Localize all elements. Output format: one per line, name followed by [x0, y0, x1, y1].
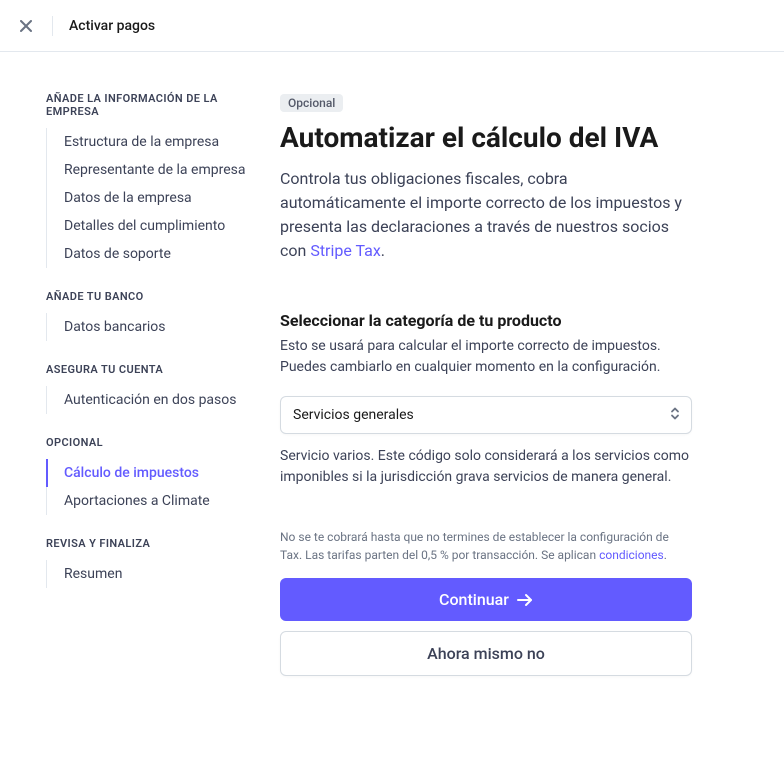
sidebar-item-climate[interactable]: Aportaciones a Climate [46, 487, 260, 515]
skip-button[interactable]: Ahora mismo no [280, 631, 692, 676]
arrow-right-icon [517, 593, 533, 607]
sidebar-item-datos-bancarios[interactable]: Datos bancarios [46, 313, 260, 341]
category-select[interactable]: Servicios generales [280, 396, 692, 434]
category-heading: Seleccionar la categoría de tu producto [280, 311, 692, 330]
sidebar-item-summary[interactable]: Resumen [46, 560, 260, 588]
nav-section-bank: AÑADE TU BANCO Datos bancarios [46, 290, 260, 341]
sidebar-item-datos-empresa[interactable]: Datos de la empresa [46, 184, 260, 212]
nav-section-review: REVISA Y FINALIZA Resumen [46, 537, 260, 588]
sidebar-item-soporte[interactable]: Datos de soporte [46, 240, 260, 268]
nav-section-title: AÑADE LA INFORMACIÓN DE LA EMPRESA [46, 92, 260, 118]
sidebar: AÑADE LA INFORMACIÓN DE LA EMPRESA Estru… [0, 92, 280, 686]
sidebar-item-tax-calc[interactable]: Cálculo de impuestos [46, 459, 260, 487]
topbar-divider [52, 16, 53, 36]
nav-items: Datos bancarios [46, 313, 260, 341]
optional-badge: Opcional [280, 94, 343, 112]
main-content: Opcional Automatizar el cálculo del IVA … [280, 92, 740, 686]
sidebar-item-two-factor[interactable]: Autenticación en dos pasos [46, 386, 260, 414]
nav-items: Autenticación en dos pasos [46, 386, 260, 414]
topbar-title: Activar pagos [69, 18, 155, 34]
sidebar-item-representante[interactable]: Representante de la empresa [46, 156, 260, 184]
layout: AÑADE LA INFORMACIÓN DE LA EMPRESA Estru… [0, 52, 784, 686]
nav-items: Resumen [46, 560, 260, 588]
close-button[interactable] [16, 16, 36, 36]
nav-section-security: ASEGURA TU CUENTA Autenticación en dos p… [46, 363, 260, 414]
sidebar-item-cumplimiento[interactable]: Detalles del cumplimiento [46, 212, 260, 240]
stripe-tax-link[interactable]: Stripe Tax [310, 241, 380, 260]
sidebar-item-estructura[interactable]: Estructura de la empresa [46, 128, 260, 156]
nav-section-title: AÑADE TU BANCO [46, 290, 260, 303]
page-title: Automatizar el cálculo del IVA [280, 120, 692, 155]
nav-section-title: REVISA Y FINALIZA [46, 537, 260, 550]
category-help-text: Servicio varios. Este código solo consid… [280, 446, 692, 488]
topbar: Activar pagos [0, 0, 784, 52]
close-icon [20, 20, 32, 32]
nav-section-title: ASEGURA TU CUENTA [46, 363, 260, 376]
desc-suffix: . [381, 241, 385, 260]
category-select-wrap: Servicios generales [280, 396, 692, 434]
footnote-suffix: . [664, 548, 667, 562]
skip-label: Ahora mismo no [427, 644, 545, 663]
pricing-footnote: No se te cobrará hasta que no termines d… [280, 528, 692, 564]
nav-section-company: AÑADE LA INFORMACIÓN DE LA EMPRESA Estru… [46, 92, 260, 268]
nav-items: Cálculo de impuestos Aportaciones a Clim… [46, 459, 260, 515]
category-subtext: Esto se usará para calcular el importe c… [280, 336, 692, 378]
nav-section-title: OPCIONAL [46, 436, 260, 449]
conditions-link[interactable]: condiciones [599, 548, 664, 562]
continue-label: Continuar [439, 590, 509, 609]
nav-section-optional: OPCIONAL Cálculo de impuestos Aportacion… [46, 436, 260, 515]
nav-items: Estructura de la empresa Representante d… [46, 128, 260, 268]
continue-button[interactable]: Continuar [280, 578, 692, 621]
page-description: Controla tus obligaciones fiscales, cobr… [280, 167, 692, 263]
